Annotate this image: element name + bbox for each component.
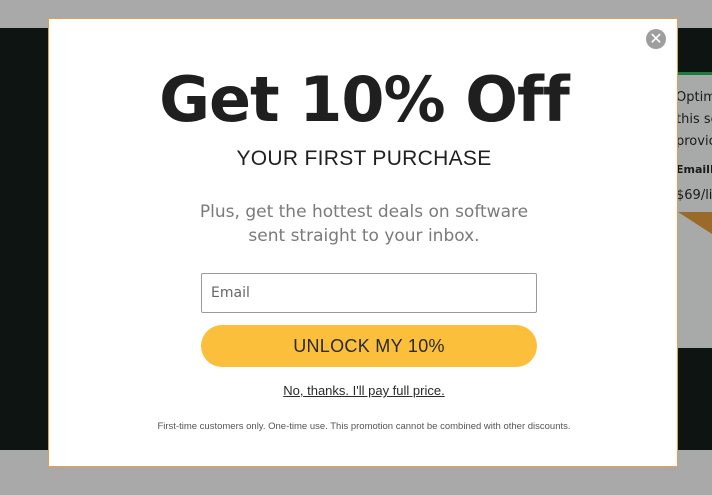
popup-headline: Get 10% Off <box>159 63 570 136</box>
popup-subheadline: YOUR FIRST PURCHASE <box>236 147 492 170</box>
panel-accent-shape <box>678 212 712 234</box>
background-text-3: provic <box>676 134 712 149</box>
popup-blurb-line-1: Plus, get the hottest deals on software <box>199 202 529 222</box>
background-text-2: this se <box>676 112 712 127</box>
unlock-discount-button[interactable]: UNLOCK MY 10% <box>201 325 537 367</box>
decline-offer-link[interactable]: No, thanks. I'll pay full price. <box>49 383 679 398</box>
panel-accent-line <box>678 72 712 75</box>
background-text-4: EmailD <box>676 163 712 176</box>
discount-popup: ✕ Get 10% Off YOUR FIRST PURCHASE Plus, … <box>48 18 678 467</box>
background-text-1: Optim <box>676 90 712 105</box>
close-icon[interactable]: ✕ <box>646 29 666 49</box>
promo-fine-print: First-time customers only. One-time use.… <box>157 421 571 432</box>
popup-blurb: Plus, get the hottest deals on software … <box>179 200 549 248</box>
email-field[interactable] <box>201 273 537 313</box>
popup-blurb-line-2: sent straight to your inbox. <box>248 226 480 246</box>
background-text-5: $69/li <box>676 188 712 203</box>
